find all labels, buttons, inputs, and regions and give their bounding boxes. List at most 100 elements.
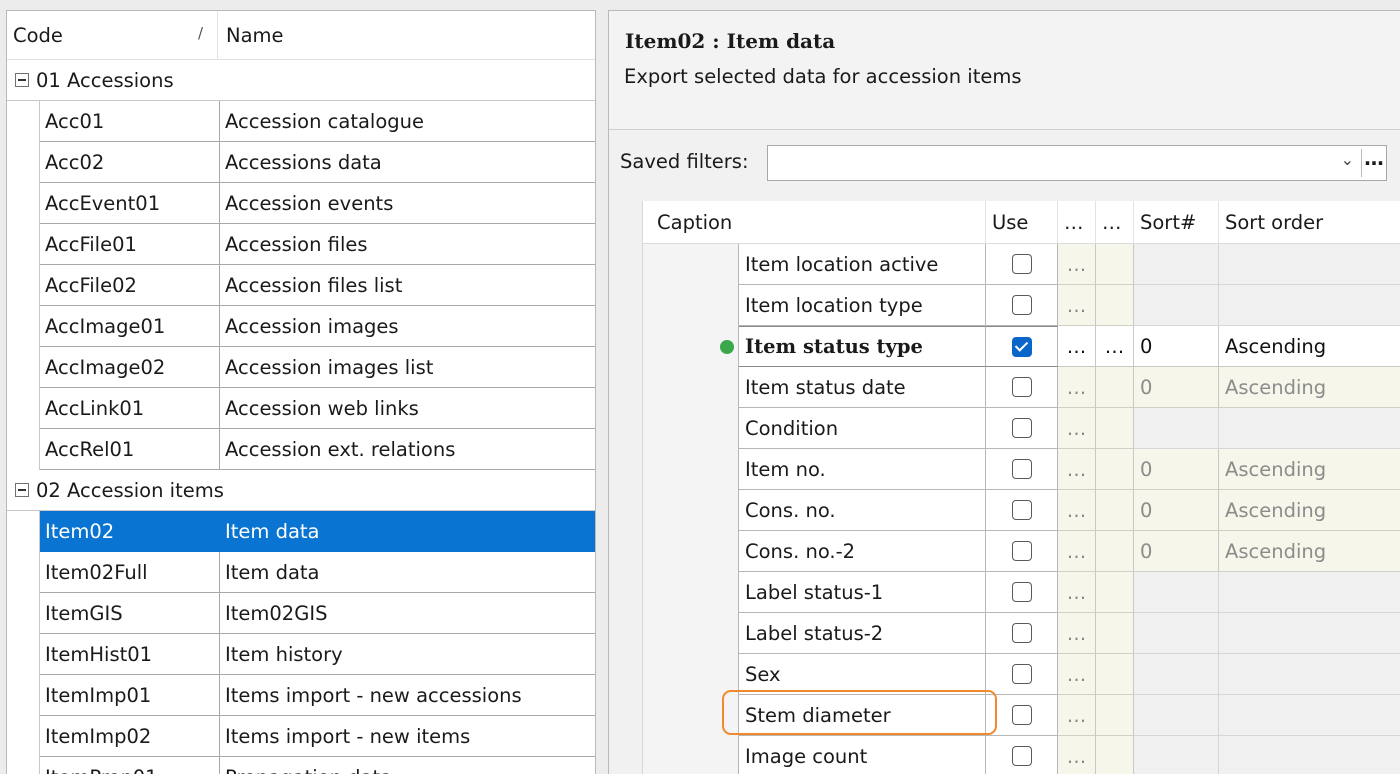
options-ellipsis-button[interactable]: …: [1058, 531, 1096, 572]
definition-row[interactable]: ItemImp01 Items import - new accessions: [7, 675, 595, 716]
use-checkbox[interactable]: [1011, 336, 1032, 357]
code-column-header[interactable]: Code /: [7, 11, 218, 59]
field-caption[interactable]: Sex: [739, 654, 986, 695]
field-row[interactable]: Cons. no. … 0 Ascending: [643, 490, 1400, 531]
options-ellipsis-button[interactable]: …: [1058, 326, 1096, 367]
options-ellipsis-button[interactable]: …: [1058, 490, 1096, 531]
collapse-icon[interactable]: [15, 73, 29, 87]
definition-row[interactable]: Acc01 Accession catalogue: [7, 101, 595, 142]
field-row[interactable]: Cons. no.-2 … 0 Ascending: [643, 531, 1400, 572]
field-row[interactable]: Item location type …: [643, 285, 1400, 326]
field-caption[interactable]: Cons. no.: [739, 490, 986, 531]
options-column-header[interactable]: …: [1058, 201, 1096, 243]
definition-row[interactable]: AccEvent01 Accession events: [7, 183, 595, 224]
use-checkbox[interactable]: [1011, 377, 1032, 397]
sort-number-cell[interactable]: 0: [1134, 367, 1219, 408]
group-header[interactable]: 01 Accessions: [7, 60, 595, 101]
filter-ellipsis-button[interactable]: [1096, 449, 1134, 490]
field-caption[interactable]: Image count: [739, 736, 986, 774]
use-checkbox[interactable]: [1011, 254, 1032, 274]
field-row[interactable]: Stem diameter …: [643, 695, 1400, 736]
row-indicator[interactable]: [643, 531, 739, 572]
sort-number-cell[interactable]: [1134, 654, 1219, 695]
field-row[interactable]: Condition…: [643, 408, 1400, 449]
field-caption[interactable]: Item location type: [739, 285, 986, 326]
field-caption[interactable]: Stem diameter: [739, 695, 986, 736]
caption-column-header[interactable]: Caption: [643, 201, 986, 243]
group-header[interactable]: 02 Accession items: [7, 470, 595, 511]
use-checkbox[interactable]: [1011, 459, 1032, 479]
definition-row[interactable]: AccLink01 Accession web links: [7, 388, 595, 429]
field-caption[interactable]: Item location active: [739, 244, 986, 285]
sort-order-cell[interactable]: [1219, 654, 1400, 695]
sort-order-cell[interactable]: [1219, 244, 1400, 285]
field-caption[interactable]: Label status-2: [739, 613, 986, 654]
filter-ellipsis-button[interactable]: [1096, 408, 1134, 449]
definition-row[interactable]: AccFile01 Accession files: [7, 224, 595, 265]
collapse-icon[interactable]: [15, 483, 29, 497]
sort-order-cell[interactable]: [1219, 285, 1400, 326]
row-indicator[interactable]: [643, 654, 739, 695]
row-indicator[interactable]: [643, 736, 739, 774]
definition-row[interactable]: ItemGIS Item02GIS: [7, 593, 595, 634]
row-indicator[interactable]: [643, 326, 739, 367]
use-checkbox[interactable]: [1011, 418, 1032, 438]
options-ellipsis-button[interactable]: …: [1058, 244, 1096, 285]
definition-row[interactable]: Item02 Item data: [7, 511, 595, 552]
saved-filters-combobox[interactable]: ⌄ …: [767, 145, 1387, 181]
options-ellipsis-button[interactable]: …: [1058, 654, 1096, 695]
row-indicator[interactable]: [643, 695, 739, 736]
definition-row[interactable]: AccRel01 Accession ext. relations: [7, 429, 595, 470]
sort-order-cell[interactable]: [1219, 613, 1400, 654]
filter-ellipsis-button[interactable]: [1096, 367, 1134, 408]
row-indicator[interactable]: [643, 613, 739, 654]
sort-number-cell[interactable]: 0: [1134, 326, 1219, 367]
filter-ellipsis-button[interactable]: [1096, 285, 1134, 326]
field-row[interactable]: Image count…: [643, 736, 1400, 774]
field-row[interactable]: Item status date … 0 Ascending: [643, 367, 1400, 408]
field-row[interactable]: Item no. … 0 Ascending: [643, 449, 1400, 490]
sort-number-cell[interactable]: 0: [1134, 531, 1219, 572]
sort-order-cell[interactable]: [1219, 408, 1400, 449]
row-indicator[interactable]: [643, 490, 739, 531]
chevron-down-icon[interactable]: ⌄: [1341, 150, 1354, 169]
filter-ellipsis-button[interactable]: [1096, 695, 1134, 736]
field-row[interactable]: Label status-1…: [643, 572, 1400, 613]
sort-number-cell[interactable]: [1134, 244, 1219, 285]
filter-column-header[interactable]: …: [1096, 201, 1134, 243]
sort-order-cell[interactable]: Ascending: [1219, 326, 1400, 367]
options-ellipsis-button[interactable]: …: [1058, 367, 1096, 408]
sort-number-cell[interactable]: [1134, 572, 1219, 613]
name-column-header[interactable]: Name: [218, 11, 595, 59]
use-checkbox[interactable]: [1011, 664, 1032, 684]
sort-order-cell[interactable]: Ascending: [1219, 449, 1400, 490]
use-checkbox[interactable]: [1011, 746, 1032, 766]
field-row[interactable]: Label status-2…: [643, 613, 1400, 654]
field-caption[interactable]: Condition: [739, 408, 986, 449]
sort-number-cell[interactable]: [1134, 285, 1219, 326]
use-checkbox[interactable]: [1011, 295, 1032, 315]
row-indicator[interactable]: [643, 367, 739, 408]
sort-number-column-header[interactable]: Sort#: [1134, 201, 1219, 243]
options-ellipsis-button[interactable]: …: [1058, 285, 1096, 326]
field-row[interactable]: Item status type…… 0 Ascending: [643, 326, 1400, 367]
use-checkbox[interactable]: [1011, 500, 1032, 520]
field-caption[interactable]: Item no.: [739, 449, 986, 490]
row-indicator[interactable]: [643, 572, 739, 613]
options-ellipsis-button[interactable]: …: [1058, 572, 1096, 613]
sort-order-cell[interactable]: Ascending: [1219, 490, 1400, 531]
sort-order-cell[interactable]: [1219, 736, 1400, 774]
use-checkbox[interactable]: [1011, 541, 1032, 561]
definition-row[interactable]: AccFile02 Accession files list: [7, 265, 595, 306]
sort-order-column-header[interactable]: Sort order: [1219, 201, 1400, 243]
filter-ellipsis-button[interactable]: [1096, 531, 1134, 572]
definition-row[interactable]: ItemHist01 Item history: [7, 634, 595, 675]
sort-number-cell[interactable]: [1134, 613, 1219, 654]
row-indicator[interactable]: [643, 449, 739, 490]
use-checkbox[interactable]: [1011, 705, 1032, 725]
field-row[interactable]: Item location active …: [643, 244, 1400, 285]
definition-row[interactable]: ItemProp01Propagation data: [7, 757, 595, 774]
field-row[interactable]: Sex …: [643, 654, 1400, 695]
options-ellipsis-button[interactable]: …: [1058, 695, 1096, 736]
sort-order-cell[interactable]: [1219, 572, 1400, 613]
